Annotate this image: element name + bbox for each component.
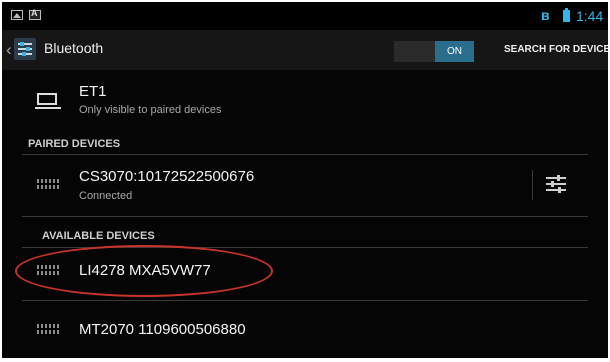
action-bar: ‹ Bluetooth ON SEARCH FOR DEVICES <box>2 30 608 70</box>
paired-device-name: CS3070:10172522500676 <box>79 168 255 185</box>
divider <box>22 154 588 155</box>
available-device-name: MT2070 1109600506880 <box>79 321 246 338</box>
keyboard-icon <box>37 265 61 275</box>
search-for-devices-button[interactable]: SEARCH FOR DEVICES <box>504 44 608 55</box>
divider <box>22 300 588 301</box>
page-title: Bluetooth <box>44 40 104 56</box>
paired-devices-header: PAIRED DEVICES <box>28 138 121 150</box>
bluetooth-toggle[interactable]: ON <box>394 41 474 62</box>
tune-icon[interactable] <box>545 174 567 194</box>
device-name: ET1 <box>79 83 107 100</box>
app-notification-icon <box>29 8 41 20</box>
status-bar: ʙ 1:44 <box>2 2 608 30</box>
back-chevron-icon[interactable]: ‹ <box>6 40 12 60</box>
available-devices-header: AVAILABLE DEVICES <box>42 230 155 242</box>
divider <box>22 247 588 248</box>
visibility-status: Only visible to paired devices <box>79 104 222 116</box>
keyboard-icon <box>37 179 61 189</box>
divider <box>532 170 533 200</box>
divider <box>22 216 588 217</box>
settings-app-icon[interactable] <box>14 38 36 60</box>
keyboard-icon <box>37 324 61 334</box>
battery-icon <box>563 8 570 22</box>
bluetooth-icon: ʙ <box>541 7 550 23</box>
android-screen: ʙ 1:44 ‹ Bluetooth ON SEARCH FOR DEVICES… <box>2 2 608 358</box>
laptop-icon <box>35 93 61 109</box>
paired-device-status: Connected <box>79 190 133 202</box>
available-device-name: LI4278 MXA5VW77 <box>79 262 211 279</box>
status-time: 1:44 <box>576 8 604 24</box>
toggle-on-label: ON <box>435 41 474 62</box>
image-notification-icon <box>11 10 23 20</box>
